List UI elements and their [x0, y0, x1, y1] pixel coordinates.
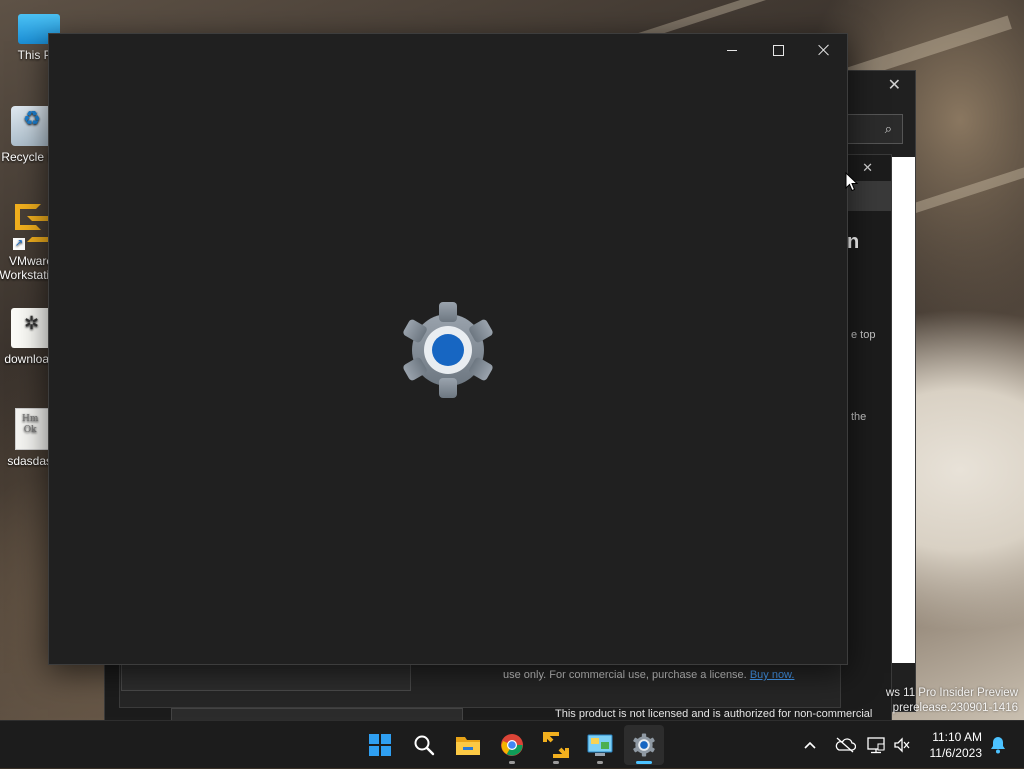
notifications-button[interactable]: [990, 736, 1006, 759]
clock-date: 11/6/2023: [929, 746, 983, 760]
windows-start-icon: [369, 734, 391, 756]
os-watermark: ws 11 Pro Insider Preview prerelease.230…: [886, 686, 1018, 716]
onedrive-icon: [835, 737, 856, 753]
taskbar-clock[interactable]: 11:10 AM 11/6/2023: [930, 729, 983, 761]
search-box[interactable]: ⌕: [843, 114, 903, 144]
shortcut-arrow-icon: ↗: [13, 238, 25, 250]
control-panel-icon: [587, 734, 613, 756]
running-indicator: [597, 761, 603, 764]
folder-icon: [456, 737, 480, 755]
maximize-icon: [772, 44, 784, 56]
taskbar-settings[interactable]: [624, 725, 664, 765]
taskbar-chrome[interactable]: [492, 725, 532, 765]
running-indicator: [553, 761, 559, 764]
watermark-line: prerelease.230901-1416: [892, 702, 1018, 714]
settings-gear-icon: [633, 733, 655, 757]
tray-network[interactable]: [866, 721, 886, 769]
minimize-icon: [727, 49, 737, 51]
chrome-icon: [501, 734, 523, 756]
network-icon: [867, 737, 885, 754]
vmware-icon: [543, 732, 569, 758]
search-icon: ⌕: [884, 121, 892, 136]
active-indicator: [636, 761, 652, 764]
running-indicator: [509, 761, 515, 764]
search-icon: [414, 735, 435, 756]
text-fragment: the: [851, 411, 867, 423]
tray-overflow-button[interactable]: [803, 721, 817, 769]
buy-now-link[interactable]: Buy now.: [750, 669, 795, 681]
close-icon[interactable]: ✕: [862, 160, 873, 176]
heading-fragment: n: [847, 231, 860, 253]
vmware-icon: ↗: [9, 202, 53, 250]
license-notice-text: use only. For commercial use, purchase a…: [503, 669, 747, 681]
mouse-cursor-icon: [845, 172, 859, 192]
minimize-button[interactable]: [709, 34, 755, 66]
watermark-line: ws 11 Pro Insider Preview: [885, 687, 1018, 699]
search-button[interactable]: [404, 725, 444, 765]
close-icon[interactable]: ✕: [888, 75, 901, 95]
volume-muted-icon: [894, 737, 910, 753]
license-notice-line: This product is not licensed and is auth…: [555, 708, 873, 720]
text-fragment: e top: [851, 329, 876, 341]
taskbar: 11:10 AM 11/6/2023: [0, 720, 1024, 768]
close-icon: [818, 44, 830, 56]
bell-icon: [991, 737, 1005, 754]
settings-gear-icon: [403, 302, 493, 398]
close-button[interactable]: [801, 34, 847, 66]
taskbar-vmware[interactable]: [536, 725, 576, 765]
window-content-strip: [891, 157, 915, 663]
maximize-button[interactable]: [755, 34, 801, 66]
tray-onedrive[interactable]: [834, 721, 856, 769]
chevron-up-icon: [804, 741, 816, 749]
settings-window[interactable]: [48, 33, 848, 665]
taskbar-control-panel[interactable]: [580, 725, 620, 765]
document-icon: [15, 408, 51, 450]
taskbar-file-explorer[interactable]: [448, 725, 488, 765]
clock-time: 11:10 AM: [932, 730, 982, 744]
license-notice: use only. For commercial use, purchase a…: [503, 669, 794, 681]
tray-volume[interactable]: [893, 721, 911, 769]
start-button[interactable]: [360, 725, 400, 765]
